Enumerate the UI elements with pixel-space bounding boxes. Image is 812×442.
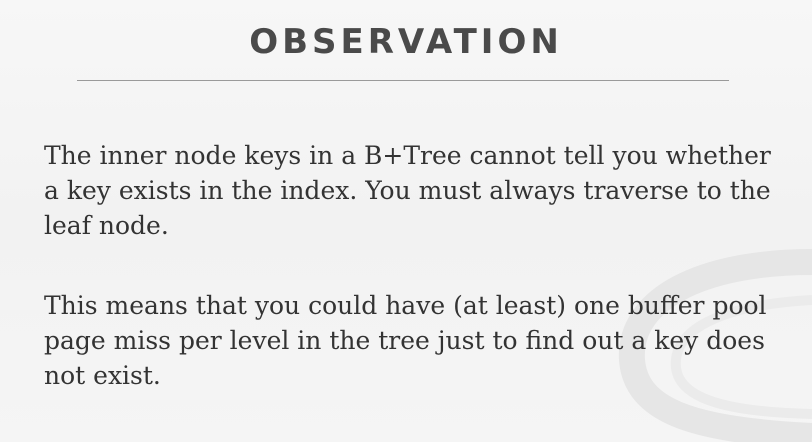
title-divider <box>77 80 729 81</box>
slide-title: OBSERVATION <box>249 22 563 62</box>
paragraph-1: The inner node keys in a B+Tree cannot t… <box>44 141 771 240</box>
paragraph-2: This means that you could have (at least… <box>44 291 767 390</box>
